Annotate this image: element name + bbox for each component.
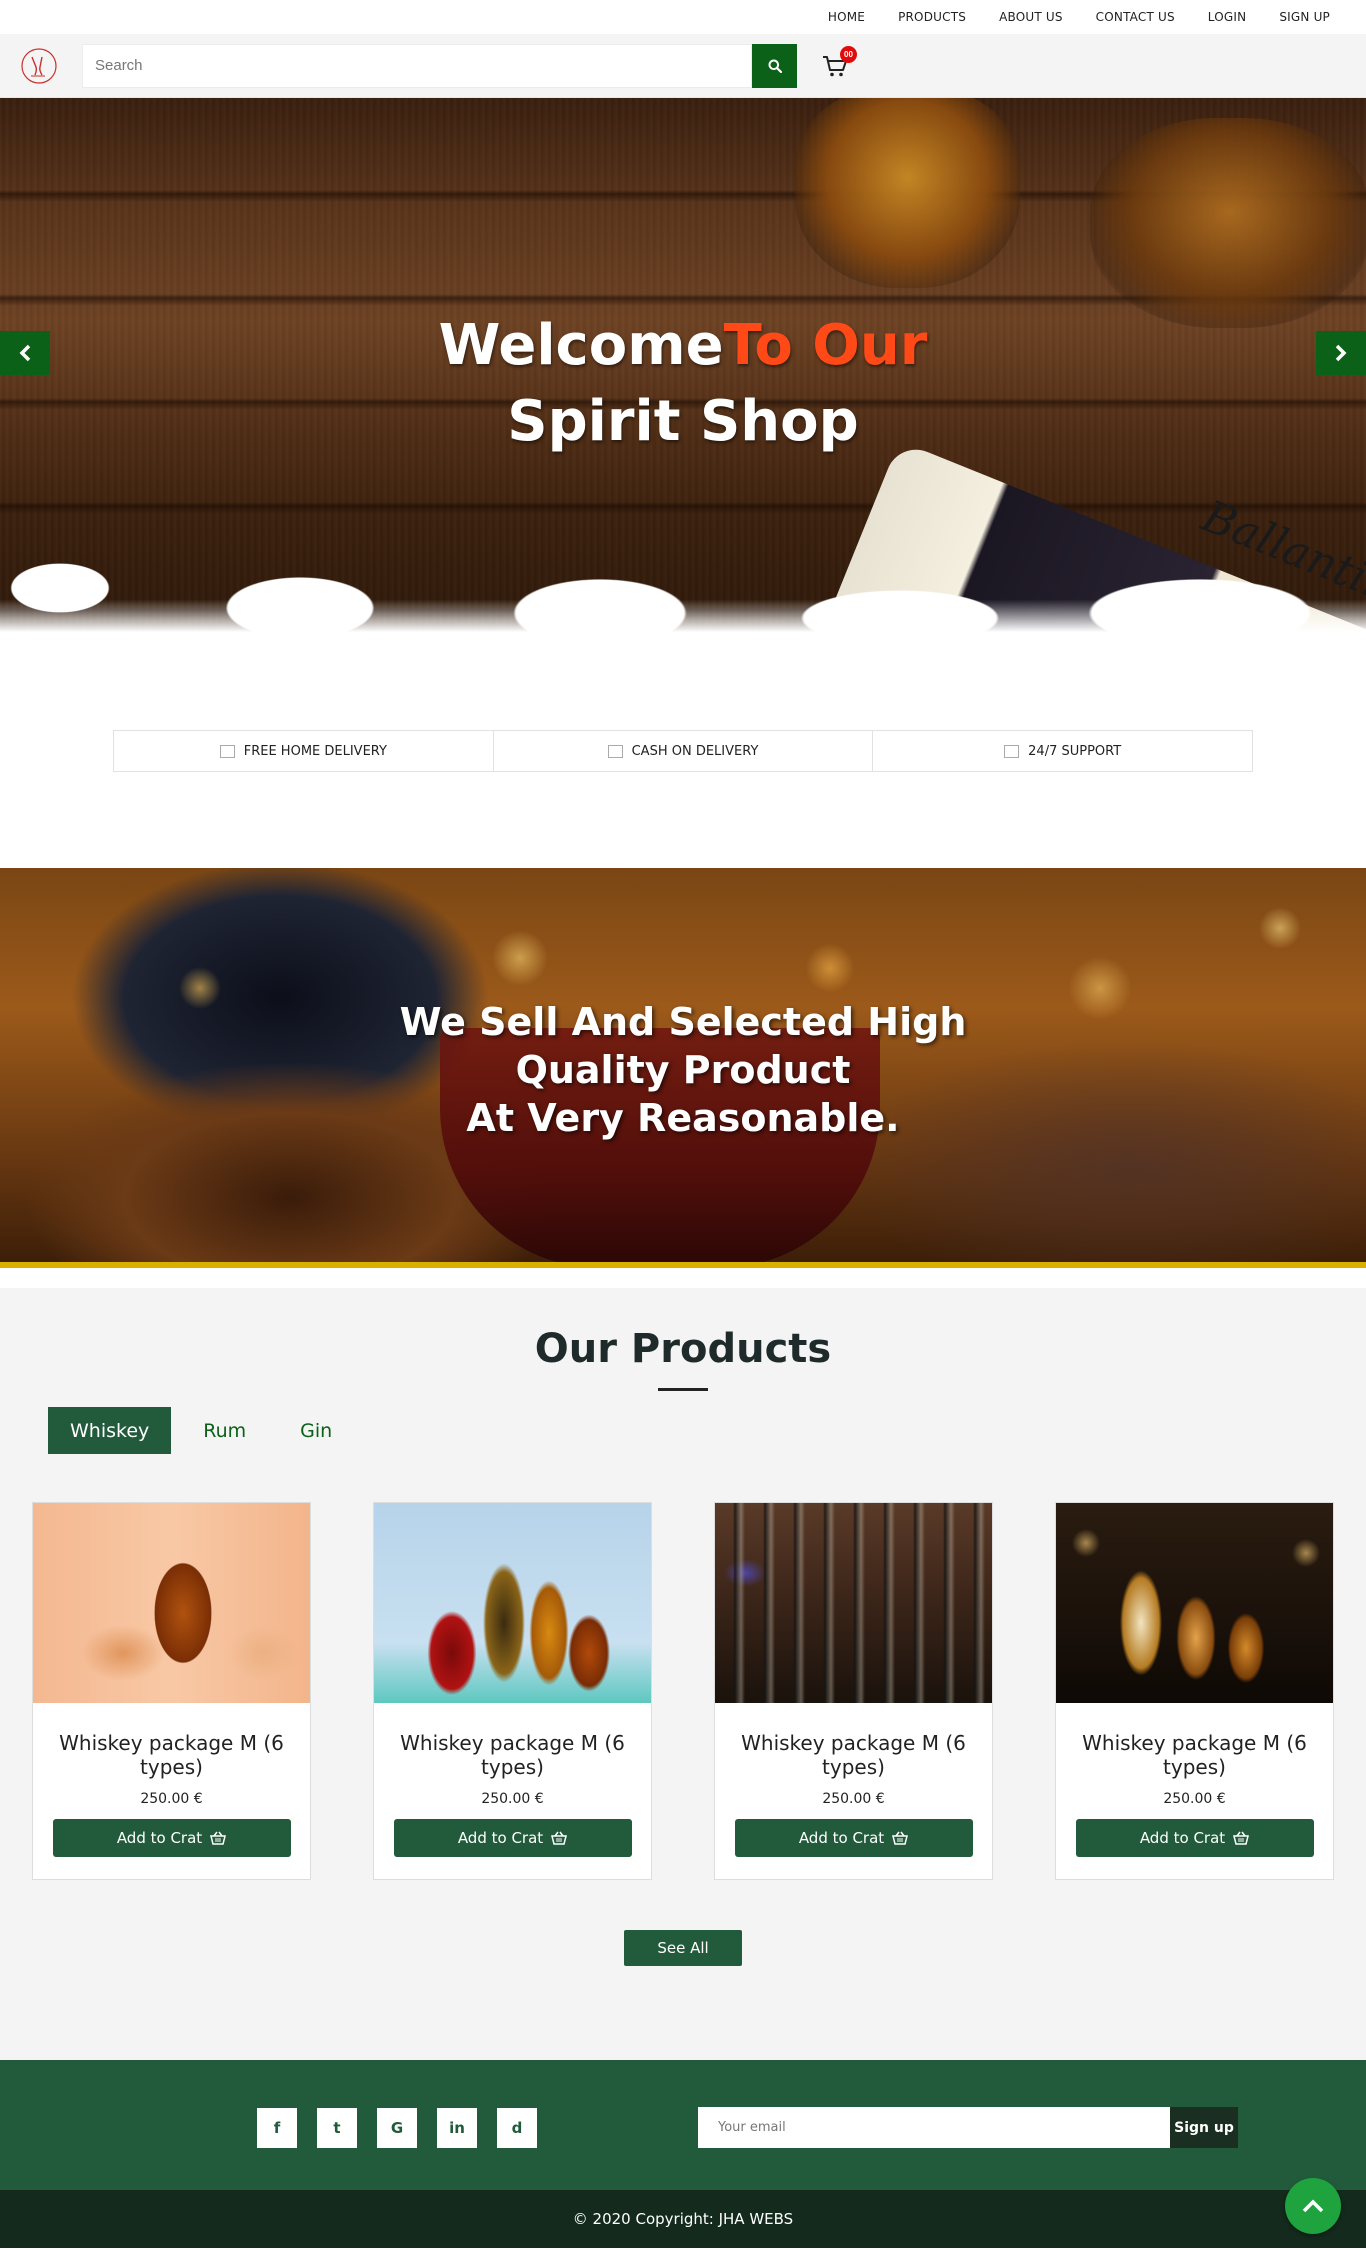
add-to-cart-label: Add to Crat	[1139, 1829, 1226, 1847]
see-all-button[interactable]: See All	[624, 1930, 742, 1966]
hero-carousel: Ballantine's WelcomeTo Our Spirit Shop	[0, 98, 1366, 658]
nav-about-us[interactable]: ABOUT US	[999, 10, 1063, 24]
chevron-left-icon	[19, 344, 31, 362]
title-underline	[658, 1388, 708, 1391]
feature-free-delivery: FREE HOME DELIVERY	[114, 731, 494, 771]
add-to-cart-label: Add to Crat	[116, 1829, 203, 1847]
chevron-right-icon	[1335, 344, 1347, 362]
feature-label: 24/7 SUPPORT	[1028, 743, 1122, 759]
product-card: Whiskey package M (6 types) 250.00 € Add…	[32, 1502, 311, 1880]
footer: f t G in d Sign up	[0, 2060, 1366, 2190]
hero-snow-divider	[0, 528, 1366, 658]
features-bar: FREE HOME DELIVERY CASH ON DELIVERY 24/7…	[113, 730, 1253, 772]
banner-line-2: Quality Product	[515, 1048, 851, 1092]
tab-whiskey[interactable]: Whiskey	[48, 1407, 172, 1454]
feature-cash-on-delivery: CASH ON DELIVERY	[494, 731, 874, 771]
nav-contact-us[interactable]: CONTACT US	[1096, 10, 1175, 24]
banner-stripe	[0, 1262, 1366, 1268]
product-image[interactable]	[1056, 1503, 1333, 1703]
product-tabs: Whiskey Rum Gin	[48, 1407, 1366, 1454]
product-name[interactable]: Whiskey package M (6 types)	[33, 1731, 310, 1779]
feature-support: 24/7 SUPPORT	[873, 731, 1252, 771]
product-image[interactable]	[374, 1503, 651, 1703]
nav-login[interactable]: LOGIN	[1208, 10, 1247, 24]
search-input[interactable]	[82, 43, 752, 88]
basket-icon	[892, 1831, 909, 1845]
banner-text: We Sell And Selected High Quality Produc…	[0, 998, 1366, 1142]
basket-icon	[1233, 1831, 1250, 1845]
product-card: Whiskey package M (6 types) 250.00 € Add…	[1055, 1502, 1334, 1880]
add-to-cart-label: Add to Crat	[457, 1829, 544, 1847]
wine-glass-logo-icon[interactable]	[20, 47, 58, 85]
facebook-icon[interactable]: f	[257, 2108, 297, 2148]
product-card: Whiskey package M (6 types) 250.00 € Add…	[373, 1502, 652, 1880]
search-header: 00	[0, 34, 1366, 98]
hero-title-welcome: Welcome	[438, 313, 724, 378]
broken-image-icon	[219, 744, 235, 758]
copyright-text: © 2020 Copyright: JHA WEBS	[572, 2210, 794, 2228]
nav-products[interactable]: PRODUCTS	[898, 10, 966, 24]
carousel-next-button[interactable]	[1316, 331, 1366, 375]
linkedin-icon[interactable]: in	[437, 2108, 477, 2148]
broken-image-icon	[1004, 744, 1020, 758]
product-name[interactable]: Whiskey package M (6 types)	[1056, 1731, 1333, 1779]
promo-banner: We Sell And Selected High Quality Produc…	[0, 868, 1366, 1268]
search-button[interactable]	[752, 43, 797, 88]
hero-whiskey-glass-image	[1090, 118, 1366, 328]
banner-line-3: At Very Reasonable.	[466, 1096, 900, 1140]
add-to-cart-button[interactable]: Add to Crat	[393, 1819, 632, 1857]
nav-sign-up[interactable]: SIGN UP	[1279, 10, 1330, 24]
cart-button[interactable]: 00	[817, 45, 857, 84]
newsletter-signup-button[interactable]: Sign up	[1170, 2107, 1238, 2148]
email-input[interactable]	[698, 2107, 1170, 2148]
product-card: Whiskey package M (6 types) 250.00 € Add…	[714, 1502, 993, 1880]
nav-home[interactable]: HOME	[828, 10, 865, 24]
tab-rum[interactable]: Rum	[181, 1407, 268, 1454]
social-links: f t G in d	[257, 2108, 557, 2148]
product-image[interactable]	[715, 1503, 992, 1703]
product-price: 250.00 €	[481, 1791, 544, 1807]
add-to-cart-button[interactable]: Add to Crat	[1075, 1819, 1314, 1857]
product-price: 250.00 €	[822, 1791, 885, 1807]
copyright-bar: © 2020 Copyright: JHA WEBS	[0, 2190, 1366, 2248]
products-title: Our Products	[534, 1326, 832, 1372]
feature-label: FREE HOME DELIVERY	[243, 743, 387, 759]
hero-title: WelcomeTo Our Spirit Shop	[0, 308, 1366, 460]
search-bar	[82, 43, 797, 88]
chevron-up-icon	[1302, 2199, 1324, 2213]
hero-whiskey-glass-image	[795, 98, 1020, 288]
banner-line-1: We Sell And Selected High	[399, 1000, 967, 1044]
product-price: 250.00 €	[140, 1791, 203, 1807]
top-nav: HOME PRODUCTS ABOUT US CONTACT US LOGIN …	[0, 0, 1366, 34]
twitter-icon[interactable]: t	[317, 2108, 357, 2148]
product-price: 250.00 €	[1163, 1791, 1226, 1807]
hero-title-accent: To Our	[723, 313, 928, 378]
basket-icon	[551, 1831, 568, 1845]
google-icon[interactable]: G	[377, 2108, 417, 2148]
product-grid: Whiskey package M (6 types) 250.00 € Add…	[0, 1502, 1366, 1880]
add-to-cart-button[interactable]: Add to Crat	[734, 1819, 973, 1857]
broken-image-icon	[607, 744, 623, 758]
product-name[interactable]: Whiskey package M (6 types)	[374, 1731, 651, 1779]
product-name[interactable]: Whiskey package M (6 types)	[715, 1731, 992, 1779]
cart-count-badge: 00	[840, 45, 857, 63]
basket-icon	[210, 1831, 227, 1845]
dribbble-icon[interactable]: d	[497, 2108, 537, 2148]
feature-label: CASH ON DELIVERY	[631, 743, 759, 759]
hero-title-line2: Spirit Shop	[507, 389, 859, 454]
add-to-cart-button[interactable]: Add to Crat	[52, 1819, 291, 1857]
newsletter-form: Sign up	[698, 2107, 1238, 2148]
product-image[interactable]	[33, 1503, 310, 1703]
tab-gin[interactable]: Gin	[278, 1407, 354, 1454]
back-to-top-button[interactable]	[1285, 2178, 1341, 2234]
add-to-cart-label: Add to Crat	[798, 1829, 885, 1847]
products-section: Our Products Whiskey Rum Gin Whiskey pac…	[0, 1288, 1366, 2060]
search-icon	[768, 59, 782, 73]
carousel-prev-button[interactable]	[0, 331, 50, 375]
